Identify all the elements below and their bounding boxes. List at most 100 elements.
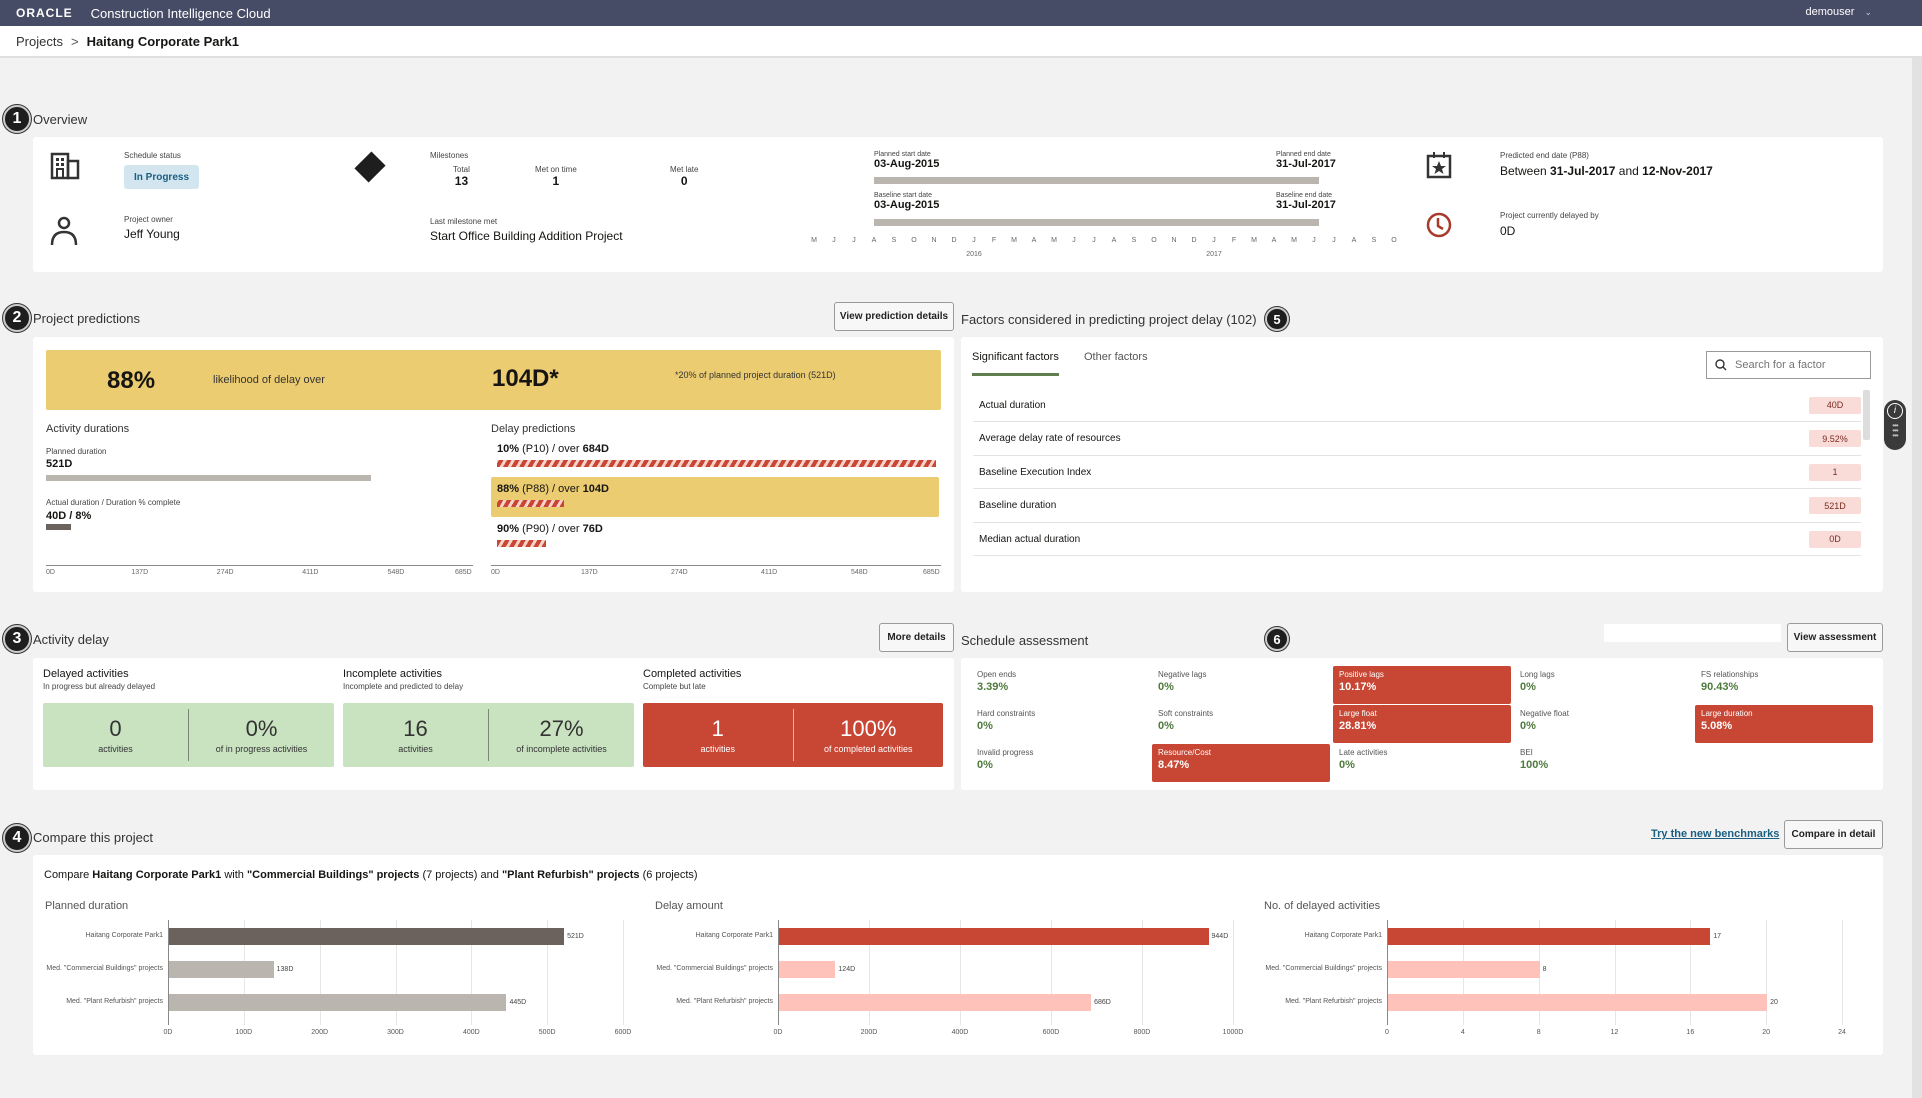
keypad-icon[interactable]: ••• ••• •••: [1884, 422, 1906, 440]
actual-duration-bar: [46, 524, 71, 530]
delay-likelihood-banner: 88% likelihood of delay over 104D* *20% …: [46, 350, 941, 410]
factor-list-scrollbar[interactable]: [1863, 390, 1870, 440]
compare-text: with: [221, 869, 247, 881]
x-tick-label: 600D: [614, 1029, 632, 1036]
activity-tile[interactable]: 0 activities 0% of in progress activities: [43, 703, 334, 767]
timeline-month-label: O: [1391, 237, 1397, 244]
factor-row[interactable]: Actual duration 40D: [973, 389, 1861, 422]
planned-timeline-bar: [874, 177, 1319, 184]
more-details-button[interactable]: More details: [879, 623, 954, 652]
activity-count-label: activities: [398, 744, 433, 754]
chart-bar[interactable]: [169, 961, 274, 978]
view-prediction-details-button[interactable]: View prediction details: [834, 302, 954, 331]
x-tick-label: 20: [1762, 1029, 1771, 1036]
assessment-cell[interactable]: Hard constraints 0%: [971, 705, 1149, 743]
x-tick-label: 300D: [387, 1029, 404, 1036]
chart-bar[interactable]: [169, 994, 507, 1011]
tab-other-factors[interactable]: Other factors: [1084, 351, 1148, 363]
planned-duration-chart: Planned duration 0D 100D 200D 300D 400D 500D 60…: [43, 900, 643, 1050]
timeline-month-label: N: [931, 237, 937, 244]
factor-row[interactable]: Baseline duration 521D: [973, 490, 1861, 523]
assessment-cell[interactable]: Soft constraints 0%: [1152, 705, 1330, 743]
assessment-value: 8.47%: [1158, 759, 1190, 771]
assessment-cell[interactable]: Large duration 5.08%: [1695, 705, 1873, 743]
category-label: Med. "Plant Refurbish" projects: [66, 998, 163, 1005]
factor-row[interactable]: Median actual duration 0D: [973, 523, 1861, 556]
assessment-label: Negative float: [1520, 709, 1569, 718]
timeline-month-label: M: [1291, 237, 1297, 244]
chart-bar[interactable]: [1388, 994, 1768, 1011]
delay-footnote: *20% of planned project duration (521D): [675, 370, 836, 380]
assessment-cell[interactable]: Negative lags 0%: [1152, 666, 1330, 704]
predicted-end-to: 12-Nov-2017: [1642, 164, 1713, 178]
assessment-value: 0%: [1158, 720, 1174, 732]
compare-project-name: Haitang Corporate Park1: [92, 869, 222, 881]
info-icon[interactable]: i: [1887, 403, 1903, 419]
assessment-cell[interactable]: Invalid progress 0%: [971, 744, 1149, 782]
assessment-value: 10.17%: [1339, 681, 1377, 693]
assessment-cell[interactable]: FS relationships 90.43%: [1695, 666, 1873, 704]
building-icon: [50, 152, 80, 180]
assessment-cell[interactable]: Open ends 3.39%: [971, 666, 1149, 704]
category-label: Med. "Plant Refurbish" projects: [676, 998, 773, 1005]
chart-bar[interactable]: [169, 928, 565, 945]
grid-line: [1233, 920, 1234, 1025]
baseline-end-value: 31-Jul-2017: [1276, 199, 1336, 211]
chart-bar[interactable]: [779, 928, 1209, 945]
chart-bar[interactable]: [779, 961, 836, 978]
assessment-value: 0%: [1520, 681, 1536, 693]
factors-card: Significant factors Other factors Actual…: [961, 337, 1883, 592]
planned-duration-label: Planned duration: [46, 447, 107, 456]
assessment-value: 3.39%: [977, 681, 1009, 693]
assessment-cell[interactable]: Resource/Cost 8.47%: [1152, 744, 1330, 782]
chart-bar[interactable]: [1388, 928, 1711, 945]
activity-percent-label: of completed activities: [823, 744, 913, 754]
factor-search-box[interactable]: [1706, 351, 1871, 379]
compare-in-detail-button[interactable]: Compare in detail: [1784, 820, 1883, 849]
factor-row[interactable]: Average delay rate of resources 9.52%: [973, 423, 1861, 456]
axis-tick-label: 274D: [216, 569, 234, 576]
x-tick-label: 12: [1610, 1029, 1619, 1036]
assessment-cell[interactable]: BEI 100%: [1514, 744, 1692, 782]
try-new-benchmarks-link[interactable]: Try the new benchmarks: [1651, 828, 1779, 840]
timeline-month-label: M: [1051, 237, 1057, 244]
category-label: Med. "Commercial Buildings" projects: [1265, 965, 1382, 972]
assessment-label: Invalid progress: [977, 748, 1034, 757]
chart-title: Planned duration: [45, 900, 129, 912]
timeline-month-label: J: [972, 237, 976, 244]
activity-delay-card: Delayed activities In progress but alread…: [33, 658, 954, 790]
breadcrumb-projects-link[interactable]: Projects: [16, 34, 63, 49]
breadcrumb: Projects > Haitang Corporate Park1: [0, 26, 1922, 58]
assessment-cell[interactable]: Negative float 0%: [1514, 705, 1692, 743]
breadcrumb-separator: >: [70, 33, 79, 49]
timeline-month-label: S: [1371, 237, 1377, 244]
assessment-label: Resource/Cost: [1158, 748, 1211, 757]
activity-count: 0 activities: [43, 703, 188, 767]
project-owner-value: Jeff Young: [124, 227, 180, 241]
factor-value: 0D: [1809, 530, 1861, 548]
step-badge-6: 6: [1265, 627, 1289, 651]
page-scrollbar[interactable]: [1912, 58, 1922, 1098]
tab-significant-factors[interactable]: Significant factors: [972, 351, 1059, 376]
activity-group-title: Delayed activities: [43, 668, 129, 680]
chart-bar[interactable]: [779, 994, 1092, 1011]
assessment-value: 28.81%: [1339, 720, 1377, 732]
assessment-cell[interactable]: Late activities 0%: [1333, 744, 1511, 782]
assessment-cell[interactable]: Positive lags 10.17%: [1333, 666, 1511, 704]
assessment-cell[interactable]: Large float 28.81%: [1333, 705, 1511, 743]
user-menu[interactable]: demouser ⌄: [1806, 6, 1872, 18]
view-assessment-button[interactable]: View assessment: [1787, 623, 1883, 652]
help-widget[interactable]: i ••• ••• •••: [1884, 400, 1906, 450]
step-badge-4: 4: [3, 824, 31, 852]
factor-row[interactable]: Baseline Execution Index 1: [973, 456, 1861, 489]
assessment-cell[interactable]: Long lags 0%: [1514, 666, 1692, 704]
category-label: Med. "Commercial Buildings" projects: [46, 965, 163, 972]
delay-prediction-bar: [497, 540, 546, 547]
activity-tile[interactable]: 16 activities 27% of incomplete activities: [343, 703, 634, 767]
assessment-label: Hard constraints: [977, 709, 1036, 718]
factor-search-input[interactable]: [1735, 359, 1855, 371]
overview-card: Schedule status In Progress Project owne…: [33, 137, 1883, 272]
factor-list: Actual duration 40D Average delay rate of …: [961, 389, 1883, 569]
activity-tile[interactable]: 1 activities 100% of completed activities: [643, 703, 943, 767]
chart-bar[interactable]: [1388, 961, 1540, 978]
